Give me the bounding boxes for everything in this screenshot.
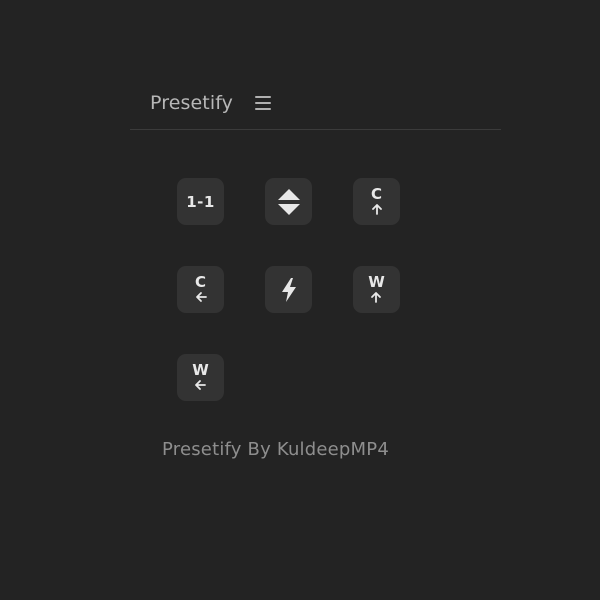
- cursor-up-letter: C: [370, 184, 382, 203]
- cursor-up-button[interactable]: C: [353, 178, 400, 225]
- hamburger-icon[interactable]: [255, 96, 272, 110]
- up-down-triangle-icon: [277, 188, 300, 215]
- width-up-button[interactable]: W: [353, 266, 400, 313]
- flash-button[interactable]: [265, 266, 312, 313]
- width-up-letter: W: [368, 272, 385, 291]
- presetify-panel: Presetify 1-1 C C W W Presetify By Kulde…: [0, 0, 600, 600]
- arrow-left-icon: [195, 291, 207, 302]
- arrow-up-icon: [371, 203, 382, 215]
- cursor-left-letter: C: [194, 272, 206, 291]
- one-to-one-label: 1-1: [186, 192, 215, 211]
- panel-header: Presetify: [150, 88, 272, 118]
- arrow-up-icon: [371, 291, 382, 303]
- cursor-left-button[interactable]: C: [177, 266, 224, 313]
- lightning-icon: [281, 277, 296, 302]
- footer-credit: Presetify By KuldeepMP4: [162, 439, 389, 460]
- panel-title: Presetify: [150, 92, 234, 114]
- width-left-button[interactable]: W: [177, 354, 224, 401]
- one-to-one-button[interactable]: 1-1: [177, 178, 224, 225]
- arrow-left-icon: [195, 379, 207, 390]
- header-divider: [130, 129, 501, 130]
- expand-button[interactable]: [265, 178, 312, 225]
- width-left-letter: W: [192, 360, 209, 379]
